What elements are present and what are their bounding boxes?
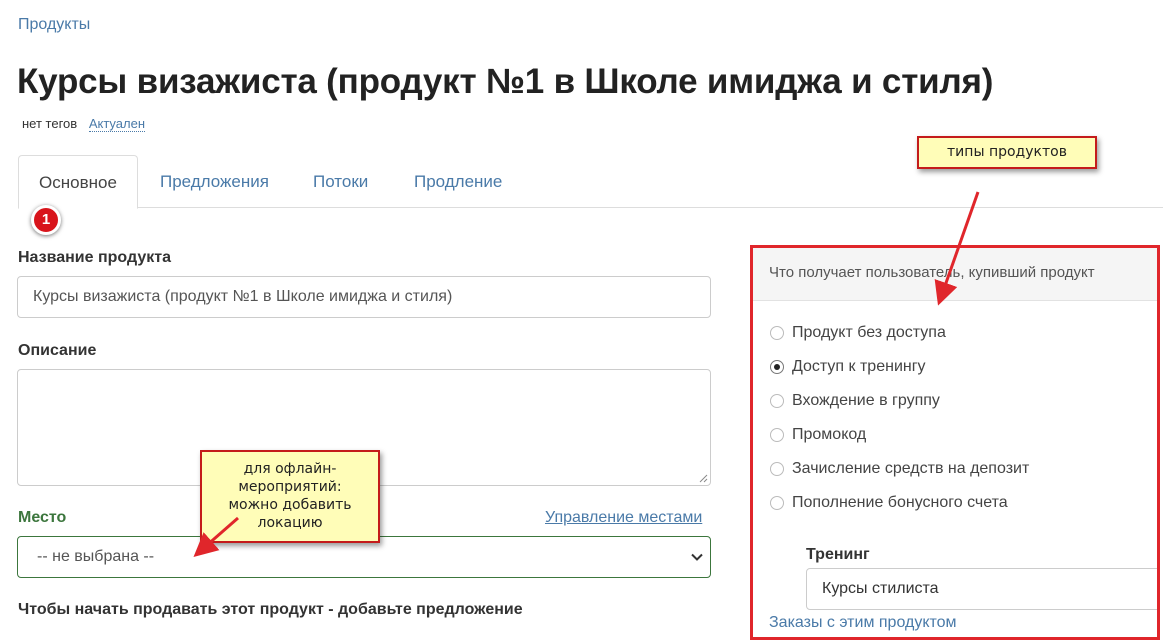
callout-line: мероприятий:	[238, 479, 342, 495]
radio-bonus-account[interactable]: Пополнение бонусного счета	[770, 492, 1008, 514]
callout-line: можно добавить	[228, 497, 352, 513]
tags-label[interactable]: нет тегов	[22, 116, 77, 131]
panel-heading: Что получает пользователь, купивший прод…	[753, 248, 1157, 301]
callout-line: для офлайн-	[243, 461, 337, 477]
radio-button[interactable]	[770, 326, 784, 340]
callout-product-types: типы продуктов	[917, 136, 1097, 169]
product-name-input[interactable]: Курсы визажиста (продукт №1 в Школе имид…	[17, 276, 711, 318]
breadcrumb[interactable]: Продукты	[18, 16, 90, 34]
radio-no-access[interactable]: Продукт без доступа	[770, 322, 946, 344]
radio-label: Продукт без доступа	[792, 324, 946, 341]
radio-button[interactable]	[770, 462, 784, 476]
radio-label: Зачисление средств на депозит	[792, 460, 1030, 477]
radio-label: Доступ к тренингу	[792, 358, 926, 375]
radio-button-checked[interactable]	[770, 360, 784, 374]
radio-button[interactable]	[770, 394, 784, 408]
start-selling-note: Чтобы начать продавать этот продукт - до…	[18, 601, 523, 618]
chevron-down-icon	[691, 553, 703, 561]
tab-extension[interactable]: Продление	[394, 155, 522, 208]
callout-line: локацию	[257, 515, 323, 531]
training-label: Тренинг	[806, 546, 870, 563]
product-type-panel: Что получает пользователь, купивший прод…	[750, 245, 1160, 640]
manage-places-link[interactable]: Управление местами	[545, 509, 702, 527]
radio-label: Вхождение в группу	[792, 392, 940, 409]
product-meta: нет тегов Актуален	[22, 116, 145, 132]
radio-group-join[interactable]: Вхождение в группу	[770, 390, 940, 412]
training-select[interactable]: Курсы стилиста	[806, 568, 1157, 610]
description-label: Описание	[18, 342, 97, 359]
radio-promo-code[interactable]: Промокод	[770, 424, 866, 446]
radio-training-access[interactable]: Доступ к тренингу	[770, 356, 926, 378]
place-label: Место	[18, 509, 67, 526]
callout-offline-events: для офлайн- мероприятий: можно добавить …	[200, 450, 380, 543]
radio-button[interactable]	[770, 496, 784, 510]
product-name-label: Название продукта	[18, 249, 171, 266]
page-title: Курсы визажиста (продукт №1 в Школе имид…	[17, 62, 994, 101]
tab-main[interactable]: Основное	[18, 155, 138, 209]
status-link[interactable]: Актуален	[88, 116, 145, 132]
radio-label: Пополнение бонусного счета	[792, 494, 1008, 511]
radio-label: Промокод	[792, 426, 867, 443]
place-select-value: -- не выбрана --	[37, 548, 155, 565]
tab-offers[interactable]: Предложения	[140, 155, 289, 208]
radio-button[interactable]	[770, 428, 784, 442]
radio-deposit[interactable]: Зачисление средств на депозит	[770, 458, 1029, 480]
orders-link[interactable]: Заказы с этим продуктом	[769, 614, 957, 632]
resize-handle-icon[interactable]	[699, 474, 708, 483]
step-number-badge: 1	[31, 205, 61, 235]
tab-streams[interactable]: Потоки	[293, 155, 388, 208]
